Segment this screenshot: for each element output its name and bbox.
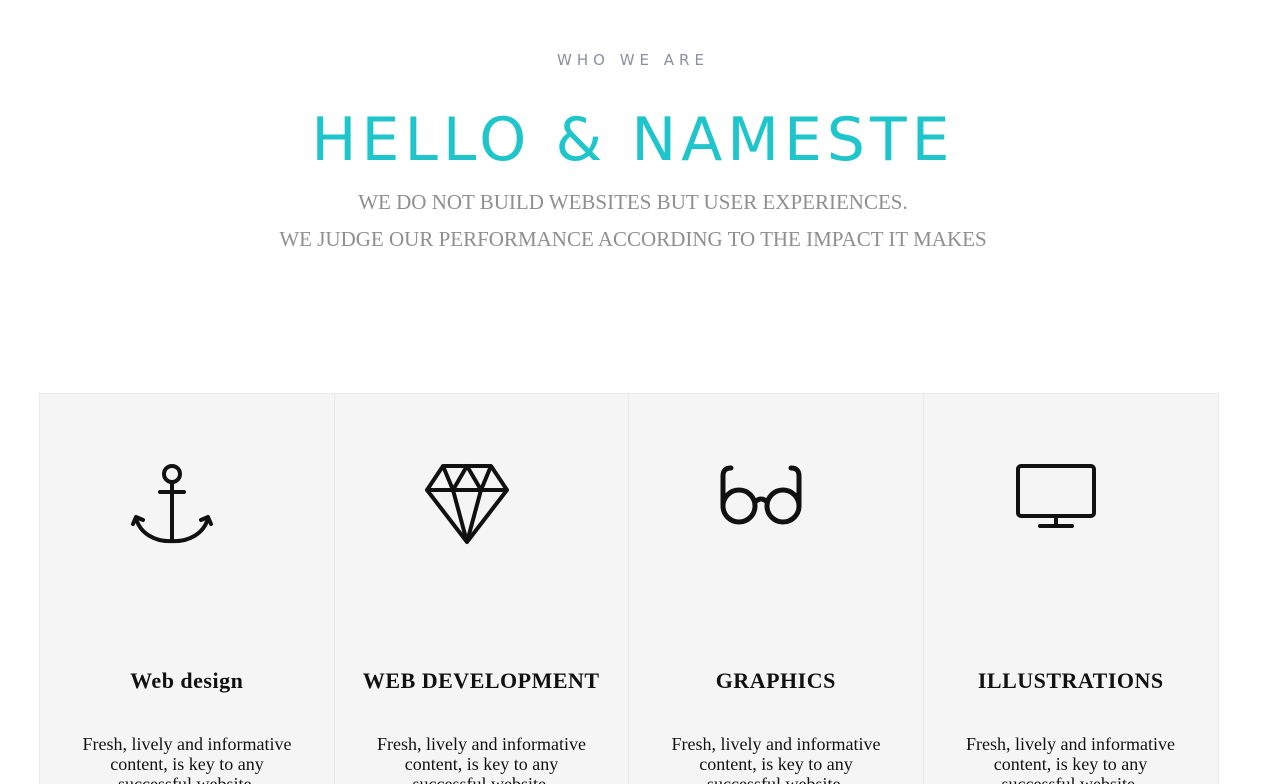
feature-description: Fresh, lively and informative content, i… [82,734,292,784]
monitor-icon [1014,462,1098,546]
features-grid: Web design Fresh, lively and informative… [39,393,1219,784]
feature-description: Fresh, lively and informative content, i… [377,734,586,784]
feature-title: WEB DEVELOPMENT [362,668,600,693]
diamond-icon [424,462,509,546]
glasses-icon [719,462,803,546]
tagline-line-1: WE DO NOT BUILD WEBSITES BUT USER EXPERI… [358,190,908,214]
feature-card-illustrations: ILLUSTRATIONS Fresh, lively and informat… [924,394,1219,784]
feature-description: Fresh, lively and informative content, i… [671,734,881,784]
feature-description: Fresh, lively and informative content, i… [966,734,1175,784]
feature-card-graphics: GRAPHICS Fresh, lively and informative c… [629,394,924,784]
feature-title: ILLUSTRATIONS [977,668,1164,693]
section-eyebrow: WHO WE ARE [557,51,709,69]
tagline-line-2: WE JUDGE OUR PERFORMANCE ACCORDING TO TH… [279,227,987,251]
page-headline: HELLO & NAMESTE [311,105,955,175]
anchor-icon [130,462,214,546]
feature-card-web-development: WEB DEVELOPMENT Fresh, lively and inform… [335,394,629,784]
feature-card-web-design: Web design Fresh, lively and informative… [40,394,335,784]
feature-title: GRAPHICS [715,668,836,693]
feature-title: Web design [130,668,244,693]
